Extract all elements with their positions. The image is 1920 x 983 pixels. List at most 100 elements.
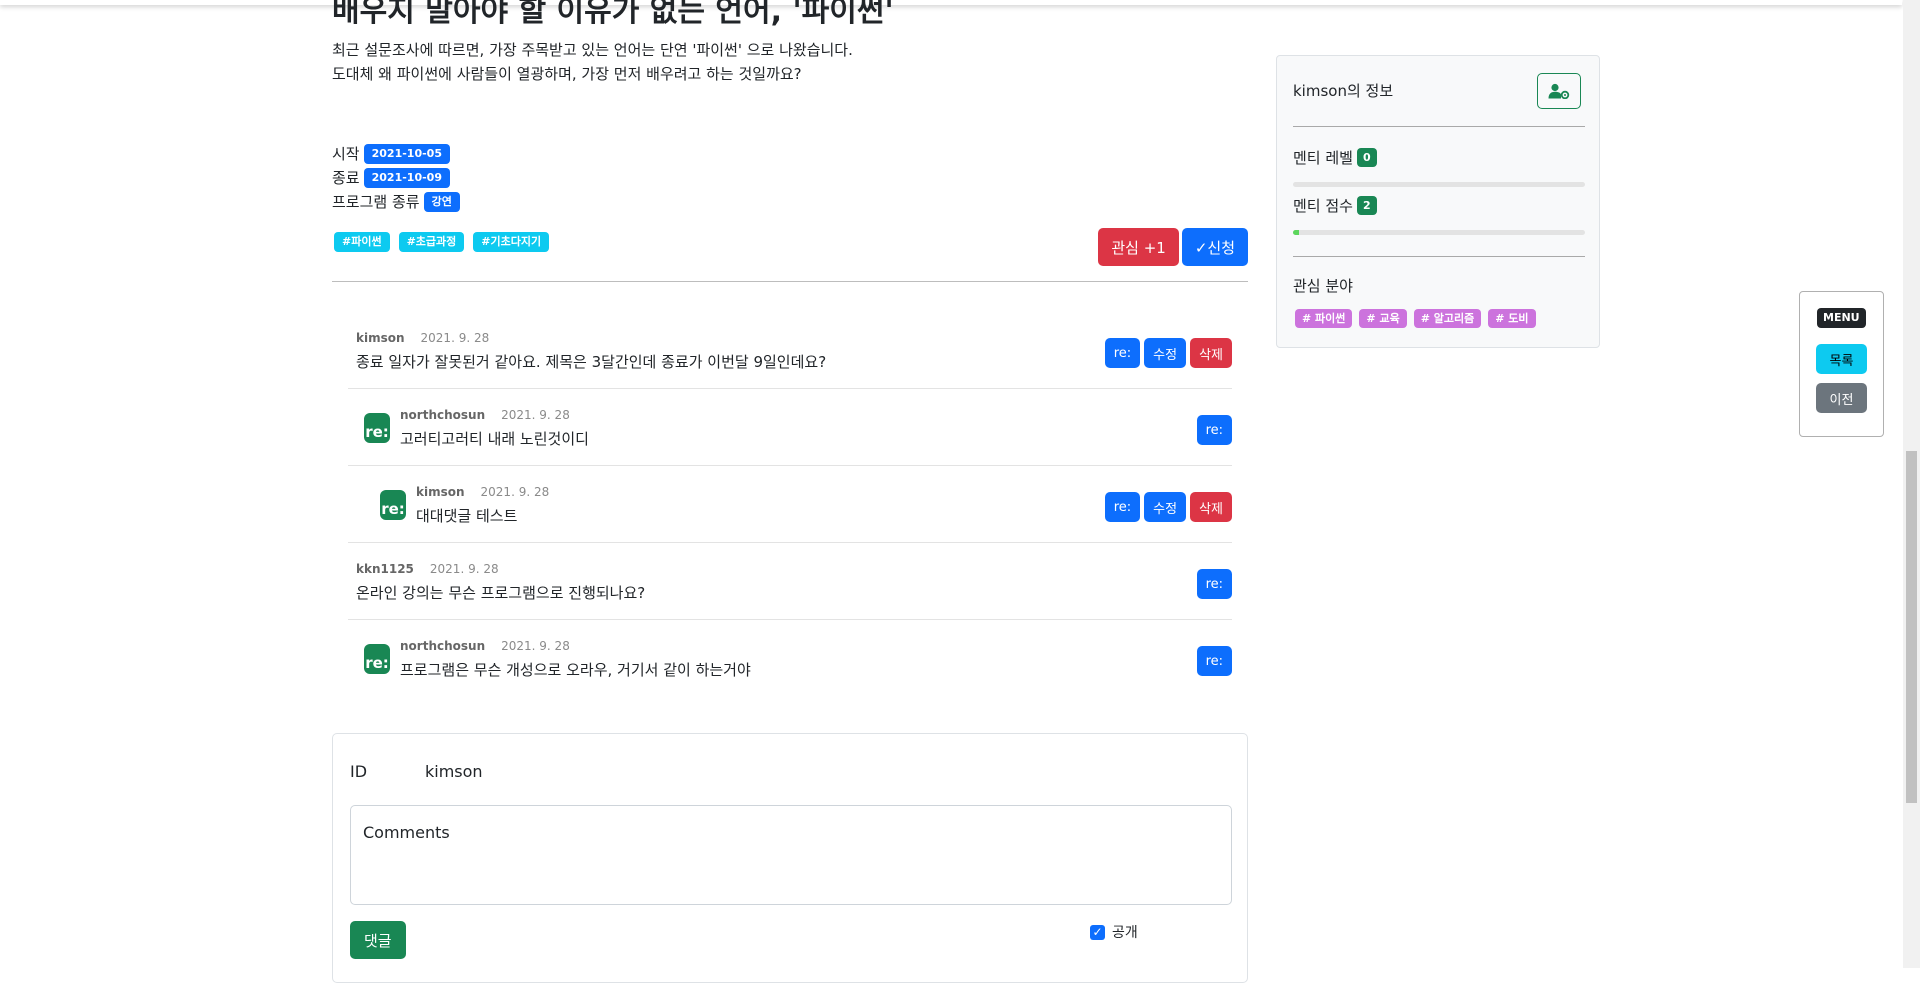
comment-item: kimson 2021. 9. 28 종료 일자가 잘못된거 같아요. 제목은 … — [348, 312, 1232, 389]
type-label: 프로그램 종류 — [332, 193, 420, 211]
start-date-badge: 2021-10-05 — [363, 144, 450, 164]
interest-tags: # 파이썬 # 교육 # 알고리즘 # 도비 — [1295, 309, 1536, 328]
comment-author: kkn1125 — [356, 562, 414, 576]
prev-button[interactable]: 이전 — [1816, 383, 1867, 413]
score-progress — [1293, 230, 1585, 235]
id-value: kimson — [425, 762, 483, 781]
list-button[interactable]: 목록 — [1816, 344, 1867, 374]
post-description: 최근 설문조사에 따르면, 가장 주목받고 있는 언어는 단연 '파이썬' 으로… — [332, 38, 853, 86]
comment-body: northchosun 2021. 9. 28 고러티고러티 내래 노린것이디 — [400, 408, 589, 449]
post-actions: 관심 +1 ✓신청 — [1098, 228, 1248, 266]
post-meta: 시작 2021-10-05 종료 2021-10-09 프로그램 종류 강연 — [332, 142, 460, 214]
comment-author: northchosun — [400, 408, 486, 422]
level-badge: 0 — [1356, 148, 1377, 167]
comment-text: 고러티고러티 내래 노린것이디 — [400, 430, 589, 448]
divider — [1293, 256, 1585, 257]
reply-button[interactable]: re: — [1104, 338, 1141, 368]
start-label: 시작 — [332, 145, 360, 163]
score-label: 멘티 점수 — [1293, 197, 1353, 215]
profile-title: kimson의 정보 — [1293, 82, 1394, 100]
public-toggle[interactable]: ✓ 공개 — [1090, 922, 1138, 942]
page-scrollbar[interactable] — [1903, 0, 1920, 968]
interest-label: 관심 분야 — [1293, 277, 1353, 295]
comment-actions: re: — [1196, 415, 1232, 445]
public-checkbox[interactable]: ✓ — [1090, 924, 1105, 940]
comment-actions: re: — [1196, 569, 1232, 599]
score-progress-fill — [1293, 230, 1299, 235]
tag-link[interactable]: #파이썬 — [334, 232, 390, 252]
post-title: 배우지 말아야 할 이유가 없는 언어, '파이썬' — [332, 0, 894, 29]
level-row: 멘티 레벨 0 — [1293, 147, 1377, 168]
comment-text: 종료 일자가 잘못된거 같아요. 제목은 3달간인데 종료가 이번달 9일인데요… — [356, 353, 827, 371]
description-line: 최근 설문조사에 따르면, 가장 주목받고 있는 언어는 단연 '파이썬' 으로… — [332, 41, 853, 59]
score-row: 멘티 점수 2 — [1293, 195, 1377, 216]
reply-button[interactable]: re: — [1104, 492, 1141, 522]
apply-button[interactable]: ✓신청 — [1181, 228, 1248, 266]
edit-button[interactable]: 수정 — [1144, 338, 1187, 368]
comment-actions: re: — [1196, 646, 1232, 676]
submit-comment-button[interactable]: 댓글 — [350, 921, 406, 959]
reply-button[interactable]: re: — [1196, 646, 1232, 676]
comment-date: 2021. 9. 28 — [501, 408, 570, 422]
type-badge: 강연 — [423, 192, 460, 212]
comment-date: 2021. 9. 28 — [420, 331, 490, 345]
reply-arrow-icon: re: — [364, 644, 390, 674]
comment-body: kkn1125 2021. 9. 28 온라인 강의는 무슨 프로그램으로 진행… — [356, 562, 645, 603]
comment-textarea[interactable]: Comments — [350, 805, 1232, 905]
description-line: 도대체 왜 파이썬에 사람들이 열광하며, 가장 먼저 배우려고 하는 것일까요… — [332, 65, 802, 83]
interest-button[interactable]: 관심 +1 — [1098, 228, 1179, 266]
comment-text: 프로그램은 무슨 개성으로 오라우, 거기서 같이 하는거야 — [400, 661, 751, 679]
menu-label: MENU — [1817, 308, 1866, 328]
comment-author: kimson — [356, 331, 405, 345]
user-gear-icon — [1548, 83, 1570, 99]
reply-button[interactable]: re: — [1196, 415, 1232, 445]
end-row: 종료 2021-10-09 — [332, 166, 460, 190]
reply-arrow-icon: re: — [364, 413, 390, 443]
divider — [1293, 126, 1585, 127]
profile-settings-button[interactable] — [1537, 73, 1581, 109]
end-label: 종료 — [332, 169, 360, 187]
interest-tag[interactable]: # 파이썬 — [1295, 309, 1353, 328]
comment-date: 2021. 9. 28 — [501, 639, 570, 653]
reply-button[interactable]: re: — [1196, 569, 1232, 599]
end-date-badge: 2021-10-09 — [363, 168, 450, 188]
comment-author: northchosun — [400, 639, 486, 653]
delete-button[interactable]: 삭제 — [1190, 492, 1232, 522]
interest-tag[interactable]: # 도비 — [1488, 309, 1536, 328]
type-row: 프로그램 종류 강연 — [332, 190, 460, 214]
id-label: ID — [350, 762, 368, 781]
comment-item: re: northchosun 2021. 9. 28 고러티고러티 내래 노린… — [348, 389, 1232, 466]
start-row: 시작 2021-10-05 — [332, 142, 460, 166]
comment-item: re: kimson 2021. 9. 28 대대댓글 테스트 re: 수정 삭… — [348, 466, 1232, 543]
comment-body: kimson 2021. 9. 28 종료 일자가 잘못된거 같아요. 제목은 … — [356, 331, 826, 372]
comment-date: 2021. 9. 28 — [429, 562, 499, 576]
top-bar — [0, 0, 1902, 5]
id-row: ID kimson — [350, 762, 483, 781]
comment-form: ID kimson Comments 댓글 ✓ 공개 — [332, 733, 1248, 983]
profile-card: kimson의 정보 멘티 레벨 0 멘티 점수 2 관심 분야 # 파이썬 #… — [1276, 55, 1600, 348]
post-tags: #파이썬 #초급과정 #기초다지기 — [334, 232, 550, 252]
interest-tag[interactable]: # 교육 — [1359, 309, 1407, 328]
comment-actions: re: 수정 삭제 — [1104, 492, 1232, 522]
divider — [332, 281, 1248, 282]
edit-button[interactable]: 수정 — [1144, 492, 1187, 522]
floating-menu: MENU 목록 이전 — [1799, 291, 1884, 437]
comment-body: northchosun 2021. 9. 28 프로그램은 무슨 개성으로 오라… — [400, 639, 751, 680]
tag-link[interactable]: #기초다지기 — [473, 232, 550, 252]
level-progress — [1293, 182, 1585, 187]
comment-date: 2021. 9. 28 — [480, 485, 550, 499]
comment-author: kimson — [416, 485, 465, 499]
public-label: 공개 — [1112, 925, 1138, 941]
scrollbar-thumb[interactable] — [1906, 451, 1917, 803]
level-label: 멘티 레벨 — [1293, 149, 1353, 167]
score-badge: 2 — [1356, 196, 1377, 215]
comment-item: kkn1125 2021. 9. 28 온라인 강의는 무슨 프로그램으로 진행… — [348, 543, 1232, 620]
interest-tag[interactable]: # 알고리즘 — [1413, 309, 1482, 328]
comment-actions: re: 수정 삭제 — [1104, 338, 1232, 368]
tag-link[interactable]: #초급과정 — [398, 232, 465, 252]
comment-text: 온라인 강의는 무슨 프로그램으로 진행되나요? — [356, 584, 646, 602]
delete-button[interactable]: 삭제 — [1190, 338, 1232, 368]
comment-list: kimson 2021. 9. 28 종료 일자가 잘못된거 같아요. 제목은 … — [348, 312, 1232, 697]
comment-body: kimson 2021. 9. 28 대대댓글 테스트 — [416, 485, 549, 526]
comment-item: re: northchosun 2021. 9. 28 프로그램은 무슨 개성으… — [348, 620, 1232, 697]
